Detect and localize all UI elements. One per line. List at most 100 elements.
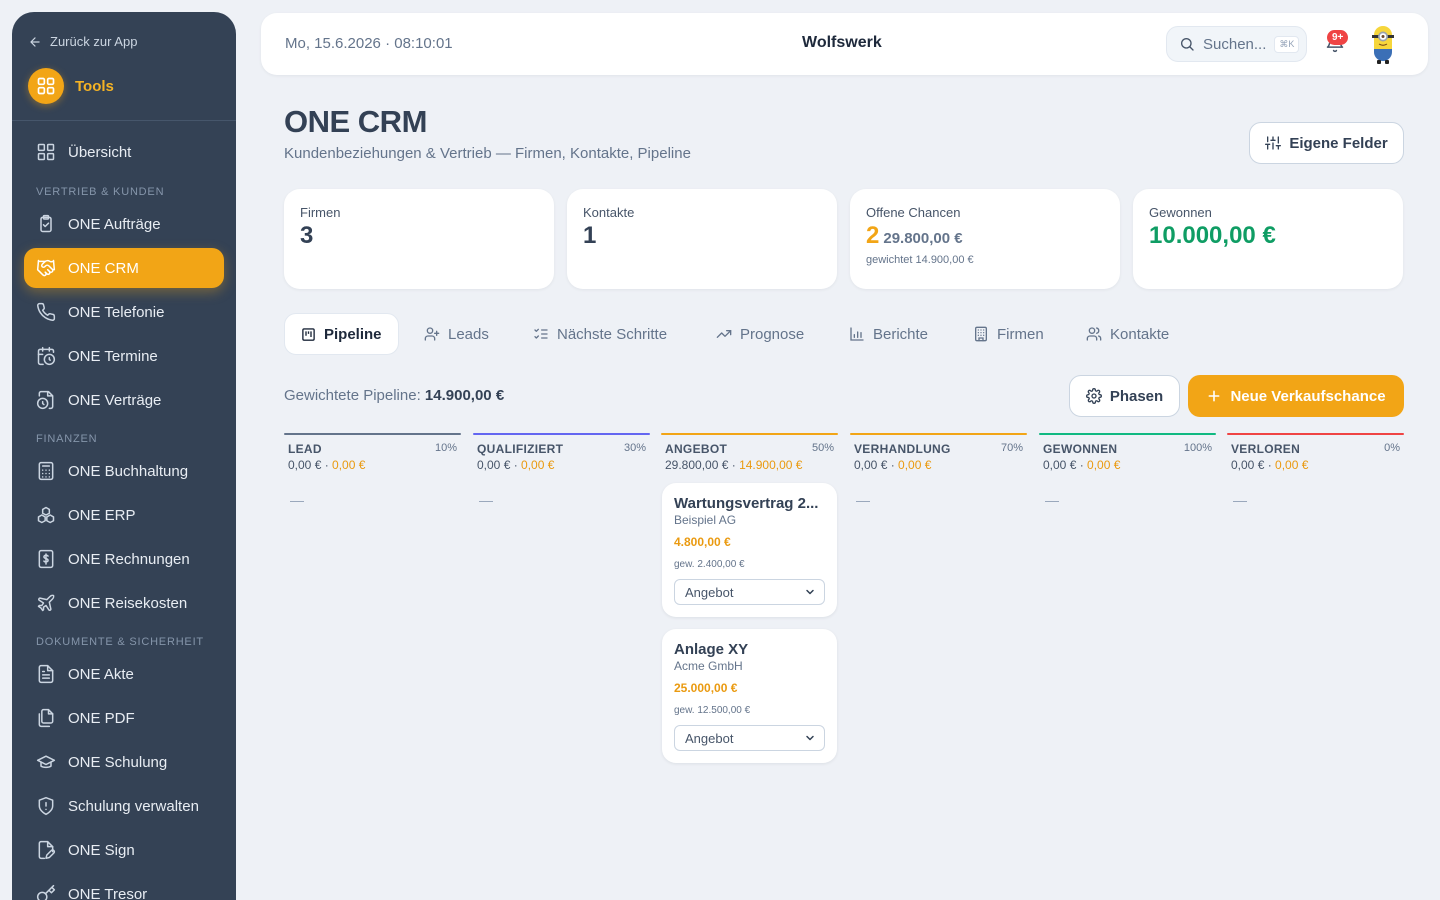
own-fields-button[interactable]: Eigene Felder <box>1249 122 1404 164</box>
sidebar-item-invoices[interactable]: ONE Rechnungen <box>24 539 224 579</box>
deal-stage-value: Angebot <box>685 730 734 746</box>
pipeline-column-lost: VERLOREN 0% 0,00 € · 0,00 € — <box>1227 433 1404 526</box>
sidebar-item-label: ONE Termine <box>68 347 158 365</box>
deal-company: Beispiel AG <box>674 513 737 527</box>
tab-pipeline[interactable]: Pipeline <box>284 313 399 355</box>
sidebar-item-travel[interactable]: ONE Reisekosten <box>24 583 224 623</box>
stat-value: 10.000,00 € <box>1149 222 1276 249</box>
new-opportunity-button[interactable]: Neue Verkaufschance <box>1188 375 1404 417</box>
tab-forecast[interactable]: Prognose <box>700 313 820 355</box>
stat-card-won: Gewonnen 10.000,00 € <box>1133 189 1403 289</box>
sidebar-item-appointments[interactable]: ONE Termine <box>24 336 224 376</box>
search-icon <box>1181 38 1194 51</box>
tab-companies[interactable]: Firmen <box>957 313 1060 355</box>
sidebar-item-telephony[interactable]: ONE Telefonie <box>24 292 224 332</box>
sidebar-item-label: ONE Verträge <box>68 391 162 409</box>
sidebar-item-training[interactable]: ONE Schulung <box>24 742 224 782</box>
tab-label: Firmen <box>997 325 1044 343</box>
user-plus-icon <box>424 327 440 341</box>
deal-stage-select[interactable]: Angebot <box>674 579 825 605</box>
sidebar-item-label: ONE Sign <box>68 841 135 859</box>
deal-title: Anlage XY <box>674 641 749 658</box>
column-name: LEAD <box>288 442 322 456</box>
file-signature-icon <box>38 840 56 860</box>
stat-value: 1 <box>583 222 597 249</box>
sidebar-item-label: Schulung verwalten <box>68 797 199 815</box>
search-shortcut: ⌘K <box>1274 35 1300 53</box>
tab-leads[interactable]: Leads <box>408 313 505 355</box>
sidebar-item-accounting[interactable]: ONE Buchhaltung <box>24 451 224 491</box>
stat-label: Offene Chancen <box>866 205 961 220</box>
stat-value: 2 29.800,00 € <box>866 222 1104 250</box>
sidebar-item-label: ONE ERP <box>68 506 136 524</box>
sidebar-item-orders[interactable]: ONE Aufträge <box>24 204 224 244</box>
column-sum: 0,00 € <box>854 458 888 472</box>
deal-card[interactable]: Wartungsvertrag 2... Beispiel AG 4.800,0… <box>662 483 837 617</box>
phases-label: Phasen <box>1109 387 1164 405</box>
sidebar-item-training-admin[interactable]: Schulung verwalten <box>24 786 224 826</box>
tab-label: Prognose <box>740 325 805 343</box>
tab-label: Berichte <box>873 325 929 343</box>
deal-stage-value: Angebot <box>685 584 734 600</box>
calculator-icon <box>38 461 54 481</box>
column-name: VERLOREN <box>1231 442 1301 456</box>
stat-card-open-opportunities: Offene Chancen 2 29.800,00 € gewichtet 14… <box>850 189 1120 289</box>
stat-label: Firmen <box>300 205 341 220</box>
section-docs: DOKUMENTE & SICHERHEIT <box>36 636 204 648</box>
file-text-icon <box>38 664 54 684</box>
back-to-app-label: Zurück zur App <box>50 34 138 49</box>
sidebar-item-erp[interactable]: ONE ERP <box>24 495 224 535</box>
avatar[interactable] <box>1369 23 1397 65</box>
column-probability: 50% <box>811 442 834 454</box>
back-to-app-link[interactable]: Zurück zur App <box>28 34 137 49</box>
sidebar-item-vault[interactable]: ONE Tresor <box>24 874 224 900</box>
column-empty: — <box>1045 492 1059 508</box>
column-sums: 0,00 € · 0,00 € <box>477 458 555 472</box>
column-probability: 30% <box>623 442 646 454</box>
bar-chart-icon <box>850 327 864 341</box>
deal-stage-select[interactable]: Angebot <box>674 725 825 751</box>
column-probability: 10% <box>434 442 457 454</box>
column-empty: — <box>856 492 870 508</box>
sidebar-item-pdf[interactable]: ONE PDF <box>24 698 224 738</box>
column-sums: 29.800,00 € · 14.900,00 € <box>665 458 803 472</box>
sidebar-divider <box>12 120 236 121</box>
column-name: ANGEBOT <box>665 442 728 456</box>
deal-company: Acme GmbH <box>674 659 743 673</box>
stat-label: Gewonnen <box>1149 205 1212 220</box>
deal-card[interactable]: Anlage XY Acme GmbH 25.000,00 € gew. 12.… <box>662 629 837 763</box>
kanban-icon <box>302 327 315 341</box>
column-sum: 0,00 € <box>288 458 322 472</box>
notification-badge: 9+ <box>1327 30 1349 45</box>
users-icon <box>1086 327 1102 341</box>
sidebar-item-crm[interactable]: ONE CRM <box>24 248 224 288</box>
sidebar-item-overview[interactable]: Übersicht <box>24 132 224 172</box>
receipt-dollar-icon <box>38 549 54 569</box>
boxes-icon <box>37 506 55 524</box>
sidebar-item-files[interactable]: ONE Akte <box>24 654 224 694</box>
column-sums: 0,00 € · 0,00 € <box>288 458 366 472</box>
open-count: 2 <box>866 222 880 249</box>
pipeline-column-negotiation: VERHANDLUNG 70% 0,00 € · 0,00 € — <box>850 433 1027 526</box>
tab-reports[interactable]: Berichte <box>833 313 944 355</box>
key-icon <box>36 884 56 900</box>
column-name: GEWONNEN <box>1043 442 1118 456</box>
tab-next-steps[interactable]: Nächste Schritte <box>517 313 683 355</box>
pipeline-column-won: GEWONNEN 100% 0,00 € · 0,00 € — <box>1039 433 1216 526</box>
chevron-down-icon <box>806 589 814 595</box>
tab-label: Pipeline <box>324 325 382 343</box>
tab-label: Kontakte <box>1110 325 1170 343</box>
sidebar-item-sign[interactable]: ONE Sign <box>24 830 224 870</box>
sidebar-item-contracts[interactable]: ONE Verträge <box>24 380 224 420</box>
stat-value: 3 <box>300 222 314 249</box>
sidebar-item-label: ONE Aufträge <box>68 215 161 233</box>
sidebar-item-label: ONE Buchhaltung <box>68 462 189 480</box>
tab-contacts[interactable]: Kontakte <box>1070 313 1185 355</box>
search-input[interactable]: Suchen... ⌘K <box>1166 26 1307 62</box>
stat-label: Kontakte <box>583 205 635 220</box>
phases-button[interactable]: Phasen <box>1069 375 1180 417</box>
section-finance: FINANZEN <box>36 433 98 445</box>
new-opportunity-label: Neue Verkaufschance <box>1230 387 1386 405</box>
open-amount: 29.800,00 € <box>883 230 963 247</box>
tools-menu[interactable]: Tools <box>28 68 114 104</box>
